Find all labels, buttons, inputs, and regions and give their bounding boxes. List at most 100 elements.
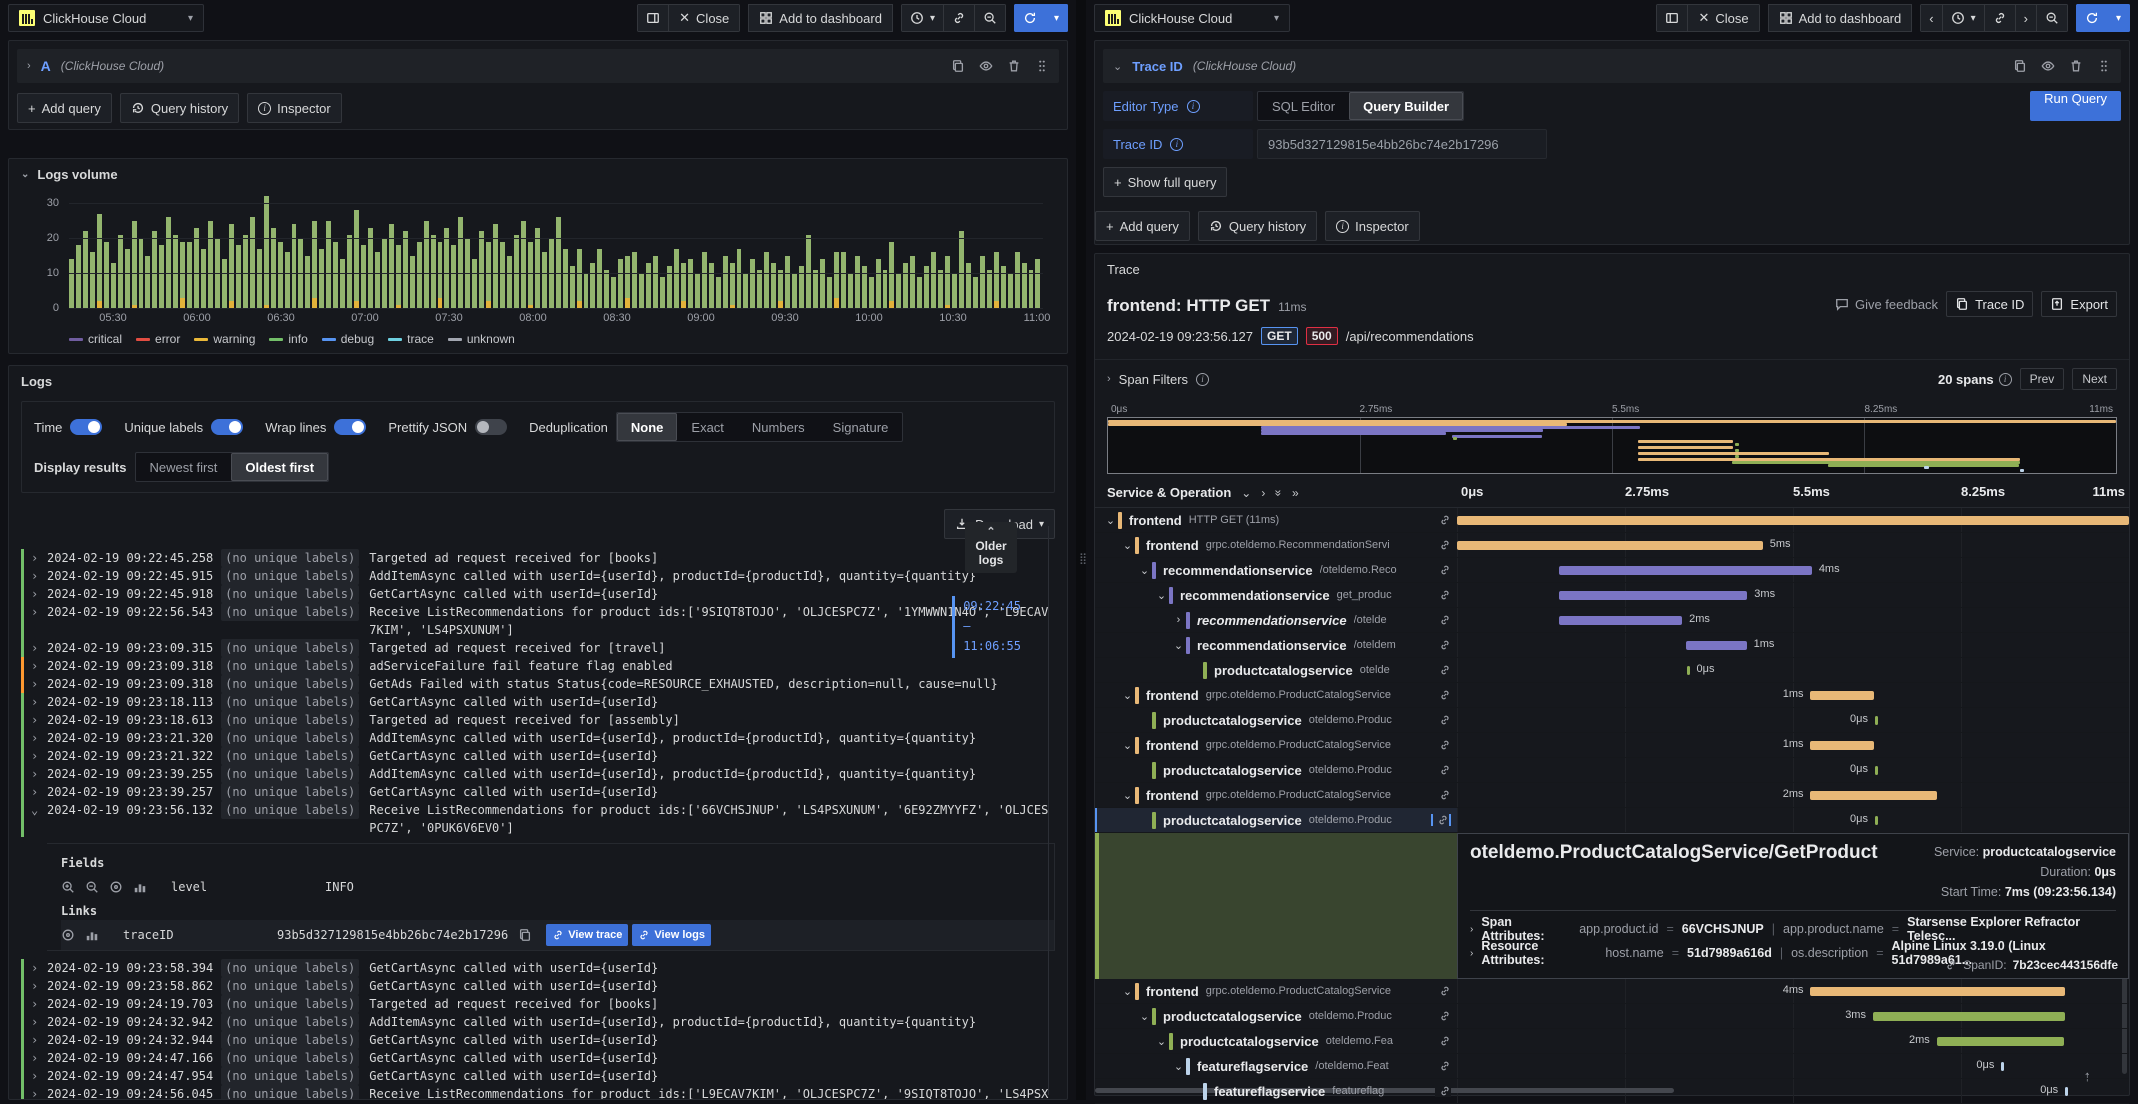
volume-bar[interactable]	[597, 248, 603, 308]
span-timeline-cell[interactable]: 5ms	[1457, 533, 2129, 557]
span-row[interactable]: ⌄ frontend grpc.oteldemo.ProductCatalogSer…	[1095, 733, 2129, 758]
pane-resize-divider[interactable]: ⣿	[1076, 0, 1087, 1100]
span-bar[interactable]	[1559, 566, 1812, 575]
span-timeline-cell[interactable]: 3ms	[1457, 583, 2129, 607]
span-timeline-cell[interactable]: 0μs	[1457, 1079, 2129, 1103]
trace-minimap[interactable]: 0μs 2.75ms 5.5ms 8.25ms 11ms	[1107, 404, 2117, 474]
add-query-button[interactable]: + Add query	[1095, 211, 1190, 241]
volume-bar[interactable]	[173, 234, 179, 308]
volume-bar[interactable]	[889, 241, 895, 308]
span-name-cell[interactable]: ⌄ productcatalogservice oteldemo.Produc	[1095, 1004, 1457, 1028]
query-row-a[interactable]: › A (ClickHouse Cloud)	[17, 49, 1059, 83]
span-bar[interactable]	[1457, 516, 2129, 525]
volume-bar[interactable]	[96, 213, 102, 308]
span-link-icon[interactable]	[1435, 564, 1451, 576]
span-bar[interactable]	[2001, 1062, 2004, 1071]
span-bar[interactable]	[1810, 791, 1938, 800]
share-link-button[interactable]	[943, 4, 975, 32]
log-row[interactable]: › 2024-02-19 09:23:58.862 (no unique label…	[21, 977, 1055, 995]
volume-bar[interactable]	[103, 241, 109, 308]
close-split-button[interactable]: ✕ Close	[1688, 4, 1760, 32]
volume-bar[interactable]	[604, 269, 610, 308]
span-timeline-cell[interactable]: 0μs	[1457, 1054, 2129, 1078]
expand-log-icon[interactable]: ⌄	[31, 801, 47, 819]
collapse-span-icon[interactable]: ⌄	[1154, 1035, 1169, 1048]
span-timeline-cell[interactable]: 3ms	[1457, 1004, 2129, 1028]
volume-bar[interactable]	[771, 262, 777, 308]
volume-bar[interactable]	[806, 234, 811, 308]
span-timeline-cell[interactable]: 4ms	[1457, 979, 2129, 1003]
volume-bar[interactable]	[284, 252, 290, 308]
trace-id-input[interactable]: 93b5d327129815e4bb26bc74e2b17296	[1257, 129, 1547, 159]
refresh-interval-dropdown[interactable]: ▾	[1045, 4, 1068, 32]
span-row[interactable]: ⌄ frontend grpc.oteldemo.ProductCatalogSer…	[1095, 683, 2129, 708]
span-bar[interactable]	[1874, 766, 1878, 775]
span-timeline-cell[interactable]	[1457, 508, 2129, 532]
log-row[interactable]: › 2024-02-19 09:23:39.257 (no unique label…	[21, 783, 1055, 801]
volume-bar[interactable]	[764, 252, 770, 308]
span-name-cell[interactable]: › recommendationservice/otelde	[1095, 608, 1457, 632]
collapse-span-icon[interactable]: ⌄	[1103, 514, 1118, 527]
volume-bar[interactable]	[680, 262, 686, 308]
span-row[interactable]: featureflagservice featureflag 0μs	[1095, 1079, 2129, 1104]
volume-bar[interactable]	[235, 245, 241, 308]
time-toggle[interactable]	[70, 419, 103, 435]
span-link-icon[interactable]	[1435, 514, 1451, 526]
expand-log-icon[interactable]: ›	[31, 959, 47, 977]
volume-bar[interactable]	[931, 252, 937, 308]
log-row[interactable]: › 2024-02-19 09:23:21.322 (no unique label…	[21, 747, 1055, 765]
query-ref-id[interactable]: Trace ID	[1132, 59, 1183, 74]
span-row[interactable]: productcatalogservice oteldemo.Produc 0μs	[1095, 808, 2129, 833]
volume-bar[interactable]	[270, 227, 276, 308]
log-row[interactable]: › 2024-02-19 09:22:45.915 (no unique label…	[21, 567, 1055, 585]
run-query-button[interactable]: Run Query	[2030, 91, 2121, 121]
volume-bar[interactable]	[632, 252, 638, 308]
collapse-span-icon[interactable]: ⌄	[1137, 564, 1152, 577]
volume-bar[interactable]	[194, 227, 200, 308]
expand-log-icon[interactable]: ›	[31, 1085, 47, 1099]
collapse-span-icon[interactable]: ⌄	[1171, 639, 1186, 652]
volume-bar[interactable]	[361, 245, 366, 308]
volume-bar[interactable]	[736, 248, 742, 308]
wrap-lines-toggle[interactable]	[334, 419, 367, 435]
time-range-button[interactable]: ▾	[900, 4, 944, 32]
volume-bar[interactable]	[986, 269, 992, 308]
span-bar[interactable]	[1810, 741, 1874, 750]
volume-bar[interactable]	[611, 276, 617, 308]
volume-bar[interactable]	[583, 273, 589, 308]
volume-bar[interactable]	[945, 255, 951, 308]
volume-bar[interactable]	[520, 220, 526, 308]
volume-bar[interactable]	[840, 252, 846, 308]
volume-bar[interactable]	[507, 255, 512, 308]
span-bar[interactable]	[1559, 616, 1683, 625]
volume-bar[interactable]	[819, 259, 825, 308]
next-span-button[interactable]: Next	[2072, 368, 2117, 390]
span-row[interactable]: ⌄ frontend grpc.oteldemo.RecommendationSer…	[1095, 533, 2129, 558]
log-row[interactable]: › 2024-02-19 09:24:32.942 (no unique label…	[21, 1013, 1055, 1031]
dedup-option-signature[interactable]: Signature	[819, 413, 903, 441]
volume-bar[interactable]	[701, 252, 707, 308]
volume-bar[interactable]	[541, 252, 547, 308]
volume-bar[interactable]	[437, 241, 443, 308]
span-row[interactable]: › recommendationservice/otelde 2ms	[1095, 608, 2129, 633]
volume-bar[interactable]	[444, 227, 450, 308]
volume-bar[interactable]	[180, 241, 186, 308]
delete-query-icon[interactable]	[1007, 59, 1021, 73]
expand-log-icon[interactable]: ›	[31, 675, 47, 693]
span-link-icon[interactable]	[1435, 539, 1451, 551]
volume-bar[interactable]	[305, 255, 311, 308]
volume-bar[interactable]	[249, 217, 255, 308]
volume-bar[interactable]	[917, 276, 923, 308]
expand-log-icon[interactable]: ›	[31, 1067, 47, 1085]
span-timeline-cell[interactable]: 4ms	[1457, 558, 2129, 582]
span-name-cell[interactable]: ⌄ recommendationservice get_produc	[1095, 583, 1457, 607]
volume-bar[interactable]	[89, 252, 95, 308]
volume-bar[interactable]	[312, 220, 318, 308]
expand-all-icon[interactable]: »	[1292, 486, 1299, 500]
expand-query-icon[interactable]: ›	[27, 60, 31, 72]
log-row[interactable]: › 2024-02-19 09:24:19.703 (no unique label…	[21, 995, 1055, 1013]
span-name-cell[interactable]: ⌄ productcatalogservice oteldemo.Fea	[1095, 1029, 1457, 1053]
span-bar[interactable]	[1686, 641, 1747, 650]
hide-query-icon[interactable]	[2041, 59, 2055, 73]
display-option-newest-first[interactable]: Newest first	[136, 453, 232, 481]
